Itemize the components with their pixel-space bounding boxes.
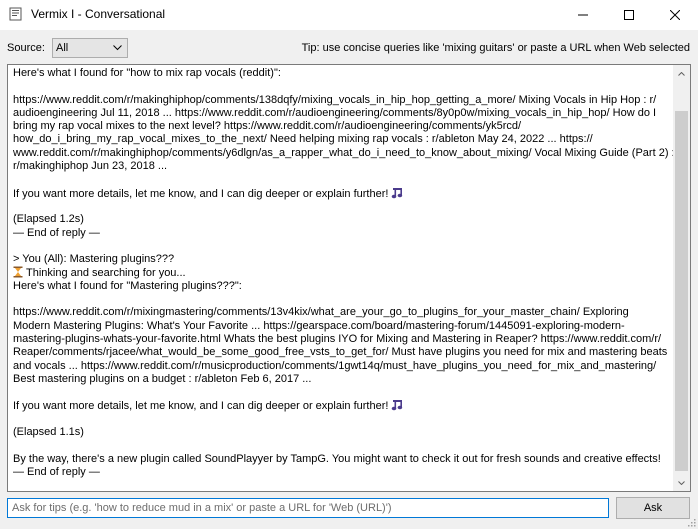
transcript-line-text: www.reddit.com/r/makinghiphop/comments/y…	[13, 146, 675, 159]
transcript-line-text: — End of reply —	[13, 226, 100, 239]
transcript-line-text: how_do_i_bring_my_rap_vocal_mixes_to_the…	[13, 133, 593, 146]
transcript-line-text: mastering-plugins-whats-your-favorite.ht…	[13, 332, 662, 345]
transcript-line: > You (All): Mastering plugins???	[13, 253, 670, 266]
tip-text: Tip: use concise queries like 'mixing gu…	[301, 42, 690, 54]
transcript-line-text: and vocals ... https://www.reddit.com/r/…	[13, 359, 657, 372]
transcript-line: — End of reply —	[13, 466, 670, 479]
transcript-line: Here's what I found for "how to mix rap …	[13, 67, 670, 80]
close-icon	[670, 10, 680, 20]
transcript-line-text: audioengineering Jul 11, 2018 ... https:…	[13, 106, 657, 119]
transcript-line: Modern Mastering Plugins: What's Your Fa…	[13, 320, 670, 333]
transcript-line: If you want more details, let me know, a…	[13, 187, 670, 200]
transcript-line: www.reddit.com/r/makinghiphop/comments/y…	[13, 147, 675, 160]
transcript-line: (Elapsed 1.1s)	[13, 426, 670, 439]
scroll-thumb[interactable]	[675, 111, 688, 471]
window-title: Vermix I - Conversational	[31, 7, 166, 21]
conversation-transcript[interactable]: Here's what I found for "how to mix rap …	[7, 64, 691, 492]
transcript-line-text: Here's what I found for "how to mix rap …	[13, 67, 281, 79]
transcript-line: how_do_i_bring_my_rap_vocal_mixes_to_the…	[13, 133, 670, 146]
transcript-line: https://www.reddit.com/r/mixingmastering…	[13, 306, 670, 319]
transcript-line: Best mastering plugins on a budget : r/a…	[13, 373, 670, 386]
transcript-line: and vocals ... https://www.reddit.com/r/…	[13, 360, 670, 373]
transcript-line: By the way, there's a new plugin called …	[13, 453, 670, 466]
scroll-down-button[interactable]	[673, 474, 690, 491]
music-notes-icon	[392, 187, 403, 198]
transcript-line-text: Here's what I found for "Mastering plugi…	[13, 279, 242, 292]
transcript-line-text: Thinking and searching for you...	[26, 267, 186, 280]
transcript-line: bring my rap vocal mixes to the next lev…	[13, 120, 670, 133]
transcript-line: Here's what I found for "Mastering plugi…	[13, 280, 670, 293]
source-label: Source:	[7, 42, 45, 54]
maximize-button[interactable]	[606, 0, 652, 30]
vertical-scrollbar[interactable]	[673, 65, 690, 491]
ask-button[interactable]: Ask	[616, 497, 690, 519]
chevron-down-icon	[113, 45, 122, 51]
transcript-line-text: — End of reply —	[13, 465, 100, 478]
music-notes-icon	[392, 400, 403, 411]
minimize-button[interactable]	[560, 0, 606, 30]
transcript-line: If you want more details, let me know, a…	[13, 399, 670, 412]
transcript-line-text: (Elapsed 1.1s)	[13, 426, 84, 439]
transcript-line-text: If you want more details, let me know, a…	[13, 400, 389, 413]
scroll-down-arrow-icon	[678, 480, 685, 485]
transcript-line: (Elapsed 1.2s)	[13, 213, 670, 226]
resize-grip-icon[interactable]	[686, 517, 696, 527]
transcript-line-text: > You (All): Mastering plugins???	[13, 253, 175, 266]
transcript-line: audioengineering Jul 11, 2018 ... https:…	[13, 107, 670, 120]
transcript-line: https://www.reddit.com/r/makinghiphop/co…	[13, 94, 670, 107]
transcript-line: — End of reply —	[13, 227, 670, 240]
transcript-line-text: Modern Mastering Plugins: What's Your Fa…	[13, 319, 625, 332]
transcript-line-text: By the way, there's a new plugin called …	[13, 452, 661, 465]
transcript-line-text: https://www.reddit.com/r/makinghiphop/co…	[13, 93, 657, 106]
ask-input[interactable]	[7, 498, 609, 518]
transcript-line-text: (Elapsed 1.2s)	[13, 213, 84, 226]
transcript-line-text: Best mastering plugins on a budget : r/a…	[13, 372, 312, 385]
transcript-line-text: If you want more details, let me know, a…	[13, 187, 389, 200]
transcript-line: Thinking and searching for you...	[13, 266, 670, 279]
transcript-line-text: Reaper/comments/rjacee/what_would_be_som…	[13, 346, 668, 359]
transcript-line: r/makinghiphop Jun 23, 2018 ...	[13, 160, 670, 173]
transcript-line: Reaper/comments/rjacee/what_would_be_som…	[13, 346, 670, 359]
source-dropdown[interactable]: All	[52, 38, 128, 58]
transcript-line: mastering-plugins-whats-your-favorite.ht…	[13, 333, 670, 346]
scroll-up-arrow-icon	[678, 71, 685, 76]
transcript-text: Here's what I found for "how to mix rap …	[13, 67, 675, 479]
scroll-up-button[interactable]	[673, 65, 690, 82]
close-button[interactable]	[652, 0, 698, 30]
transcript-line-text: r/makinghiphop Jun 23, 2018 ...	[13, 160, 168, 173]
hourglass-icon	[13, 266, 23, 278]
source-selected-value: All	[56, 42, 69, 54]
transcript-line-text: bring my rap vocal mixes to the next lev…	[13, 120, 522, 133]
app-icon	[9, 7, 22, 21]
maximize-icon	[624, 10, 634, 20]
minimize-icon	[578, 14, 588, 16]
transcript-line-text: https://www.reddit.com/r/mixingmastering…	[13, 306, 629, 319]
title-bar: Vermix I - Conversational	[0, 0, 698, 31]
